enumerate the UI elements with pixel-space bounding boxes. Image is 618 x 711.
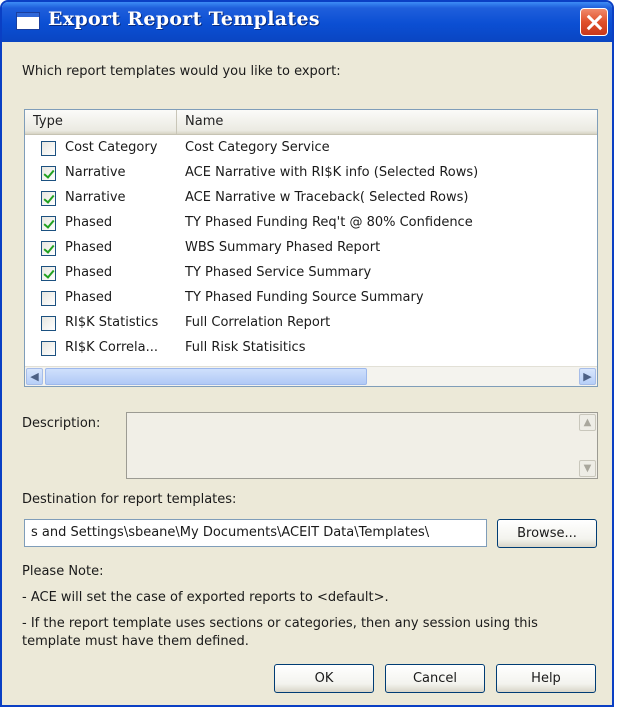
title-bar[interactable]: Export Report Templates (2, 2, 612, 42)
export-prompt: Which report templates would you like to… (22, 64, 341, 79)
row-name: ACE Narrative with RI$K info (Selected R… (185, 165, 479, 180)
close-button[interactable] (580, 8, 608, 36)
browse-button[interactable]: Browse... (497, 519, 597, 548)
vertical-scrollbar: ▲ ▼ (579, 414, 596, 477)
scroll-right-icon[interactable]: ▶ (579, 368, 596, 385)
row-type: Phased (65, 215, 113, 230)
row-type: Phased (65, 265, 113, 280)
row-type: Cost Category (65, 140, 158, 155)
list-item[interactable]: Narrative ACE Narrative with RI$K info (… (25, 162, 597, 187)
row-name: Full Correlation Report (185, 315, 331, 330)
destination-label: Destination for report templates: (22, 492, 237, 507)
row-name: Cost Category Service (185, 140, 330, 155)
scrollbar-thumb[interactable] (45, 368, 367, 385)
description-label: Description: (22, 416, 101, 431)
list-item[interactable]: Phased TY Phased Funding Req't @ 80% Con… (25, 212, 597, 237)
row-checkbox[interactable] (41, 266, 56, 281)
window-title: Export Report Templates (48, 8, 320, 30)
scroll-down-icon: ▼ (579, 460, 596, 477)
row-checkbox[interactable] (41, 166, 56, 181)
export-report-templates-dialog: Export Report Templates Which report tem… (0, 0, 614, 707)
row-checkbox[interactable] (41, 316, 56, 331)
list-item[interactable]: Phased WBS Summary Phased Report (25, 237, 597, 262)
ok-button[interactable]: OK (274, 664, 374, 693)
row-type: Narrative (65, 165, 126, 180)
cancel-button[interactable]: Cancel (385, 664, 485, 693)
scroll-up-icon: ▲ (579, 414, 596, 431)
row-type: Phased (65, 290, 113, 305)
destination-path-input[interactable]: s and Settings\sbeane\My Documents\ACEIT… (24, 519, 487, 547)
row-checkbox[interactable] (41, 291, 56, 306)
row-type: RI$K Correla... (65, 340, 158, 355)
description-field: ▲ ▼ (126, 412, 598, 479)
row-checkbox[interactable] (41, 241, 56, 256)
row-type: Narrative (65, 190, 126, 205)
list-item[interactable]: RI$K Correla... Full Risk Statisitics (25, 337, 597, 362)
window-icon (16, 12, 40, 30)
row-name: TY Phased Service Summary (185, 265, 372, 280)
row-checkbox[interactable] (41, 216, 56, 231)
horizontal-scrollbar[interactable]: ◀ ▶ (25, 366, 597, 386)
row-name: ACE Narrative w Traceback( Selected Rows… (185, 190, 469, 205)
list-header: Type Name (25, 110, 597, 135)
list-item[interactable]: RI$K Statistics Full Correlation Report (25, 312, 597, 337)
note-line-1: - ACE will set the case of exported repo… (22, 590, 389, 605)
list-item[interactable]: Phased TY Phased Funding Source Summary (25, 287, 597, 312)
column-header-type[interactable]: Type (25, 110, 177, 134)
row-checkbox[interactable] (41, 191, 56, 206)
note-heading: Please Note: (22, 564, 104, 579)
row-checkbox[interactable] (41, 341, 56, 356)
help-button[interactable]: Help (496, 664, 596, 693)
templates-list[interactable]: Type Name Cost Category Cost Category Se… (24, 109, 598, 387)
row-name: Full Risk Statisitics (185, 340, 306, 355)
list-item[interactable]: Cost Category Cost Category Service (25, 137, 597, 162)
row-name: TY Phased Funding Req't @ 80% Confidence (185, 215, 473, 230)
list-item[interactable]: Phased TY Phased Service Summary (25, 262, 597, 287)
scroll-left-icon[interactable]: ◀ (26, 368, 43, 385)
note-line-2: - If the report template uses sections o… (22, 616, 538, 631)
row-type: RI$K Statistics (65, 315, 159, 330)
list-item[interactable]: Narrative ACE Narrative w Traceback( Sel… (25, 187, 597, 212)
row-type: Phased (65, 240, 113, 255)
row-checkbox[interactable] (41, 141, 56, 156)
row-name: TY Phased Funding Source Summary (185, 290, 424, 305)
column-header-name[interactable]: Name (177, 110, 597, 134)
row-name: WBS Summary Phased Report (185, 240, 381, 255)
note-line-3: template must have them defined. (22, 634, 249, 649)
